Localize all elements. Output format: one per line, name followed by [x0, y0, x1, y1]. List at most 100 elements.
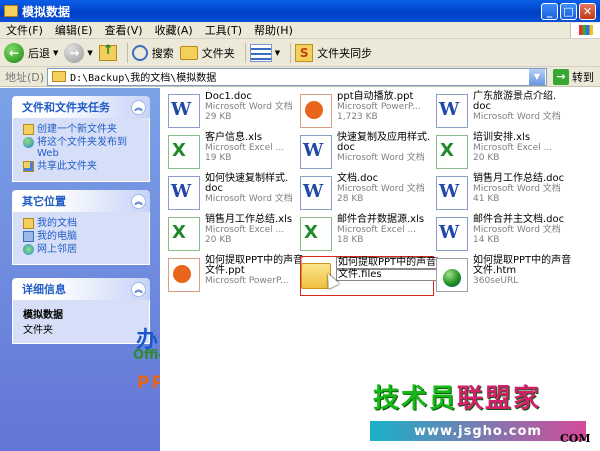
- publish-web-icon: [23, 137, 34, 148]
- file-item[interactable]: 广东旅游景点介绍.docMicrosoft Word 文档: [436, 92, 570, 132]
- file-item[interactable]: 邮件合并数据源.xlsMicrosoft Excel ...18 KB: [300, 215, 434, 255]
- dropdown-icon[interactable]: ▼: [275, 49, 280, 57]
- file-name-line2[interactable]: 文件.files: [336, 269, 439, 281]
- file-info: 如何提取PPT中的声音 文件.htm 360seURL: [473, 256, 571, 287]
- address-dropdown-button[interactable]: ▼: [529, 68, 545, 85]
- address-input[interactable]: D:\Backup\我的文档\模拟数据 ▼: [47, 67, 547, 86]
- file-item[interactable]: 如何提取PPT中的声音 文件.htm 360seURL: [436, 256, 571, 296]
- menu-help[interactable]: 帮助(H): [248, 22, 299, 38]
- file-name[interactable]: 邮件合并主文档.doc: [473, 215, 564, 225]
- task-publish-web[interactable]: 将这个文件夹发布到 Web: [23, 137, 143, 159]
- place-label: 网上邻居: [37, 244, 77, 255]
- file-name[interactable]: 销售月工作总结.doc: [473, 174, 564, 184]
- details-name: 模拟数据: [23, 310, 63, 321]
- dropdown-icon[interactable]: ▼: [87, 49, 92, 57]
- file-name-line2[interactable]: doc: [205, 184, 293, 194]
- file-name-line2[interactable]: 文件.ppt: [205, 266, 303, 276]
- views-button[interactable]: ▼: [249, 41, 280, 65]
- file-item[interactable]: 培训安排.xlsMicrosoft Excel ...20 KB: [436, 133, 570, 173]
- other-places-header[interactable]: 其它位置 ︽: [12, 190, 150, 212]
- word-file-icon: [300, 135, 332, 169]
- file-name[interactable]: 邮件合并数据源.xls: [337, 215, 424, 225]
- file-name-line2[interactable]: 文件.htm: [473, 266, 571, 276]
- folder-item[interactable]: 如何提取PPT中的声音 文件.files: [300, 256, 439, 296]
- file-item[interactable]: 销售月工作总结.xlsMicrosoft Excel ...20 KB: [168, 215, 302, 255]
- file-type: Microsoft Word 文档: [205, 194, 293, 204]
- task-new-folder[interactable]: 创建一个新文件夹: [23, 124, 143, 135]
- forward-button[interactable]: → ▼: [64, 41, 93, 65]
- other-places-body: 我的文档 我的电脑 网上邻居: [12, 212, 150, 265]
- menu-edit[interactable]: 编辑(E): [49, 22, 99, 38]
- file-name[interactable]: 文档.doc: [337, 174, 425, 184]
- folder-sync-button[interactable]: S 文件夹同步: [295, 41, 372, 65]
- go-button[interactable]: → 转到: [547, 68, 600, 85]
- ppt-file-icon: [168, 258, 200, 292]
- file-name-line2[interactable]: doc: [337, 143, 430, 153]
- file-item[interactable]: ppt自动播放.ppt Microsoft PowerP... 1,723 KB: [300, 92, 434, 132]
- up-button[interactable]: [98, 41, 117, 65]
- file-item[interactable]: 客户信息.xlsMicrosoft Excel ...19 KB: [168, 133, 302, 173]
- task-share-folder[interactable]: 共享此文件夹: [23, 161, 143, 172]
- maximize-button[interactable]: □: [560, 2, 577, 20]
- up-folder-icon: [98, 43, 117, 61]
- details-panel: 详细信息 ︽ 模拟数据 文件夹: [12, 278, 150, 344]
- menu-file[interactable]: 文件(F): [0, 22, 49, 38]
- file-name[interactable]: 如何提取PPT中的声音: [336, 257, 439, 269]
- address-bar: 地址(D) D:\Backup\我的文档\模拟数据 ▼ → 转到: [0, 67, 600, 87]
- file-item[interactable]: 文档.docMicrosoft Word 文档28 KB: [300, 174, 434, 214]
- file-name[interactable]: 客户信息.xls: [205, 133, 284, 143]
- file-item[interactable]: 邮件合并主文档.docMicrosoft Word 文档14 KB: [436, 215, 570, 255]
- file-size: 14 KB: [473, 235, 500, 245]
- file-name[interactable]: Doc1.doc: [205, 92, 293, 102]
- details-header[interactable]: 详细信息 ︽: [12, 278, 150, 300]
- details-title: 详细信息: [22, 283, 66, 296]
- file-type: Microsoft Word 文档: [473, 184, 561, 194]
- file-item[interactable]: 快速复制及应用样式.docMicrosoft Word 文档: [300, 133, 434, 173]
- back-button[interactable]: ← 后退 ▼: [4, 41, 58, 65]
- watermark-site-url: www.jsgho.com: [370, 421, 586, 441]
- address-text[interactable]: D:\Backup\我的文档\模拟数据: [70, 69, 529, 84]
- collapse-chevron-icon[interactable]: ︽: [131, 99, 146, 115]
- file-name[interactable]: 培训安排.xls: [473, 133, 552, 143]
- minimize-button[interactable]: _: [541, 2, 558, 20]
- dropdown-icon[interactable]: ▼: [53, 49, 58, 57]
- menu-favorites[interactable]: 收藏(A): [149, 22, 199, 38]
- menu-tools[interactable]: 工具(T): [199, 22, 248, 38]
- search-button[interactable]: 搜索: [131, 41, 174, 65]
- toolbar-separator: [126, 42, 128, 63]
- toolbar-separator: [244, 42, 246, 63]
- file-item[interactable]: 如何快速复制样式.docMicrosoft Word 文档: [168, 174, 302, 214]
- file-item[interactable]: 销售月工作总结.docMicrosoft Word 文档41 KB: [436, 174, 570, 214]
- file-info: 邮件合并主文档.doc Microsoft Word 文档 14 KB: [473, 215, 564, 246]
- file-name-line2[interactable]: doc: [473, 102, 561, 112]
- folders-button[interactable]: 文件夹: [179, 41, 235, 65]
- file-item[interactable]: 如何提取PPT中的声音 文件.ppt Microsoft PowerP...: [168, 256, 303, 296]
- place-network[interactable]: 网上邻居: [23, 244, 143, 255]
- place-my-computer[interactable]: 我的电脑: [23, 231, 143, 242]
- word-file-icon: [168, 176, 200, 210]
- file-type: Microsoft Excel ...: [337, 225, 417, 235]
- file-info: 如何提取PPT中的声音 文件.files: [336, 257, 439, 281]
- file-name[interactable]: ppt自动播放.ppt: [337, 92, 421, 102]
- close-button[interactable]: ✕: [579, 2, 596, 20]
- ppt-file-icon: [300, 94, 332, 128]
- file-size: 1,723 KB: [337, 112, 378, 122]
- file-tasks-header[interactable]: 文件和文件夹任务 ︽: [12, 96, 150, 118]
- search-label: 搜索: [151, 46, 174, 60]
- folder-icon: [52, 71, 67, 82]
- file-name[interactable]: 销售月工作总结.xls: [205, 215, 292, 225]
- my-computer-icon: [23, 231, 34, 242]
- file-info: 如何提取PPT中的声音 文件.ppt Microsoft PowerP...: [205, 256, 303, 287]
- place-my-documents[interactable]: 我的文档: [23, 218, 143, 229]
- go-label: 转到: [572, 70, 594, 84]
- toolbar: ← 后退 ▼ → ▼ 搜索 文件夹 ▼ S 文件夹同步: [0, 39, 600, 67]
- collapse-chevron-icon[interactable]: ︽: [131, 281, 146, 297]
- file-info: 邮件合并数据源.xls Microsoft Excel ... 18 KB: [337, 215, 424, 246]
- forward-arrow-icon: →: [64, 42, 85, 63]
- title-bar[interactable]: 模拟数据 _ □ ✕: [0, 0, 600, 22]
- collapse-chevron-icon[interactable]: ︽: [131, 193, 146, 209]
- file-item[interactable]: Doc1.docMicrosoft Word 文档29 KB: [168, 92, 302, 132]
- menu-view[interactable]: 查看(V): [98, 22, 148, 38]
- sync-icon: S: [295, 43, 314, 62]
- word-file-icon: [436, 176, 468, 210]
